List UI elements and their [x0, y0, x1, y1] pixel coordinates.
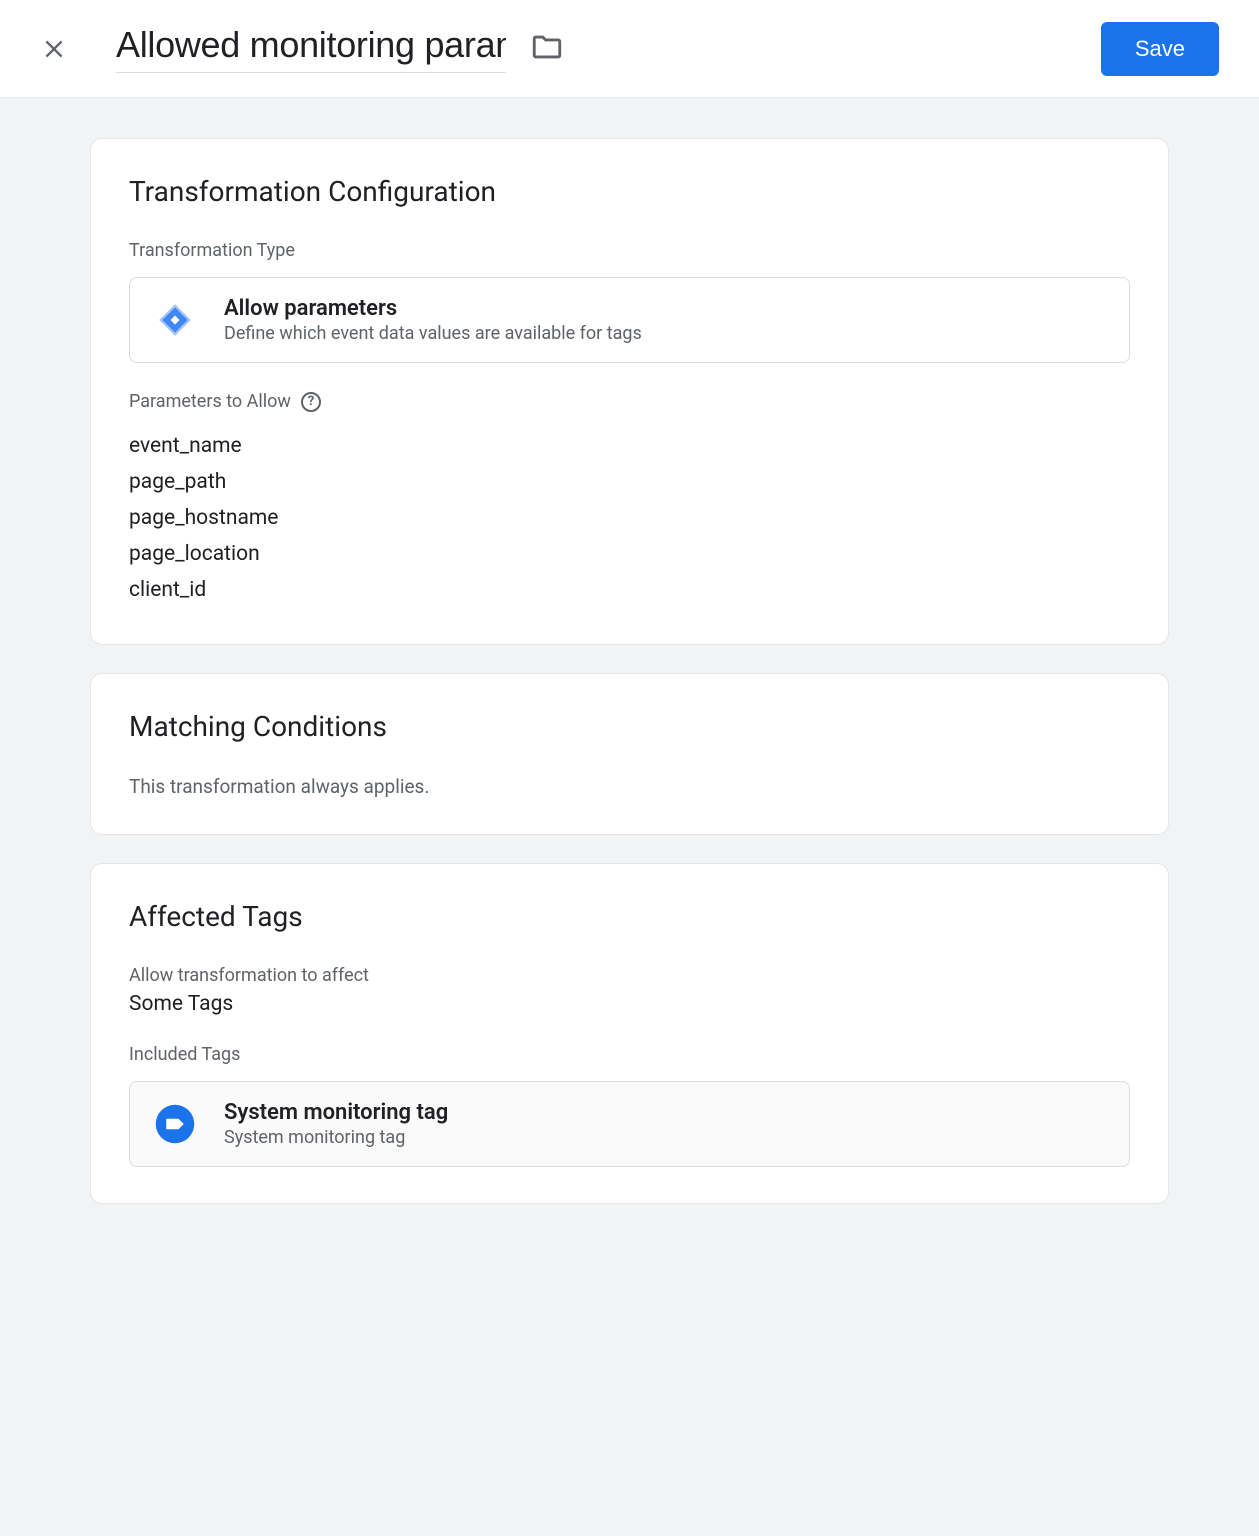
- transformation-type-text: Allow parameters Define which event data…: [224, 296, 642, 344]
- card-title: Affected Tags: [129, 900, 1130, 933]
- included-tag-box[interactable]: System monitoring tag System monitoring …: [129, 1081, 1130, 1167]
- card-title: Matching Conditions: [129, 710, 1130, 743]
- type-main: Allow parameters: [224, 296, 642, 321]
- affect-value: Some Tags: [129, 992, 1130, 1016]
- card-title: Transformation Configuration: [129, 175, 1130, 208]
- param-item: page_hostname: [129, 500, 1130, 536]
- close-button[interactable]: [40, 35, 68, 63]
- content-area: Transformation Configuration Transformat…: [0, 98, 1259, 1292]
- tag-icon-wrap: [154, 1103, 196, 1145]
- transformation-type-label: Transformation Type: [129, 240, 1130, 261]
- tag-icon: [156, 301, 194, 339]
- title-input[interactable]: [116, 24, 506, 73]
- param-item: event_name: [129, 428, 1130, 464]
- parameters-label: Parameters to Allow ?: [129, 391, 1130, 412]
- affected-tags-card[interactable]: Affected Tags Allow transformation to af…: [90, 863, 1169, 1204]
- matching-text: This transformation always applies.: [129, 775, 1130, 798]
- type-sub: Define which event data values are avail…: [224, 323, 642, 344]
- page-header: Save: [0, 0, 1259, 98]
- affect-label: Allow transformation to affect: [129, 965, 1130, 986]
- folder-button[interactable]: [530, 30, 564, 68]
- transformation-type-box[interactable]: Allow parameters Define which event data…: [129, 277, 1130, 363]
- help-icon[interactable]: ?: [301, 392, 321, 412]
- allow-params-icon: [154, 299, 196, 341]
- param-item: page_path: [129, 464, 1130, 500]
- included-label: Included Tags: [129, 1044, 1130, 1065]
- folder-icon: [530, 30, 564, 64]
- transformation-config-card[interactable]: Transformation Configuration Transformat…: [90, 138, 1169, 645]
- save-button[interactable]: Save: [1101, 22, 1219, 76]
- included-tag-text: System monitoring tag System monitoring …: [224, 1100, 448, 1148]
- tag-main: System monitoring tag: [224, 1100, 448, 1125]
- parameters-list: event_name page_path page_hostname page_…: [129, 428, 1130, 608]
- matching-conditions-card[interactable]: Matching Conditions This transformation …: [90, 673, 1169, 835]
- parameters-label-text: Parameters to Allow: [129, 391, 291, 412]
- param-item: client_id: [129, 572, 1130, 608]
- tag-sub: System monitoring tag: [224, 1127, 448, 1148]
- param-item: page_location: [129, 536, 1130, 572]
- close-icon: [41, 36, 67, 62]
- tag-circle-icon: [154, 1103, 196, 1145]
